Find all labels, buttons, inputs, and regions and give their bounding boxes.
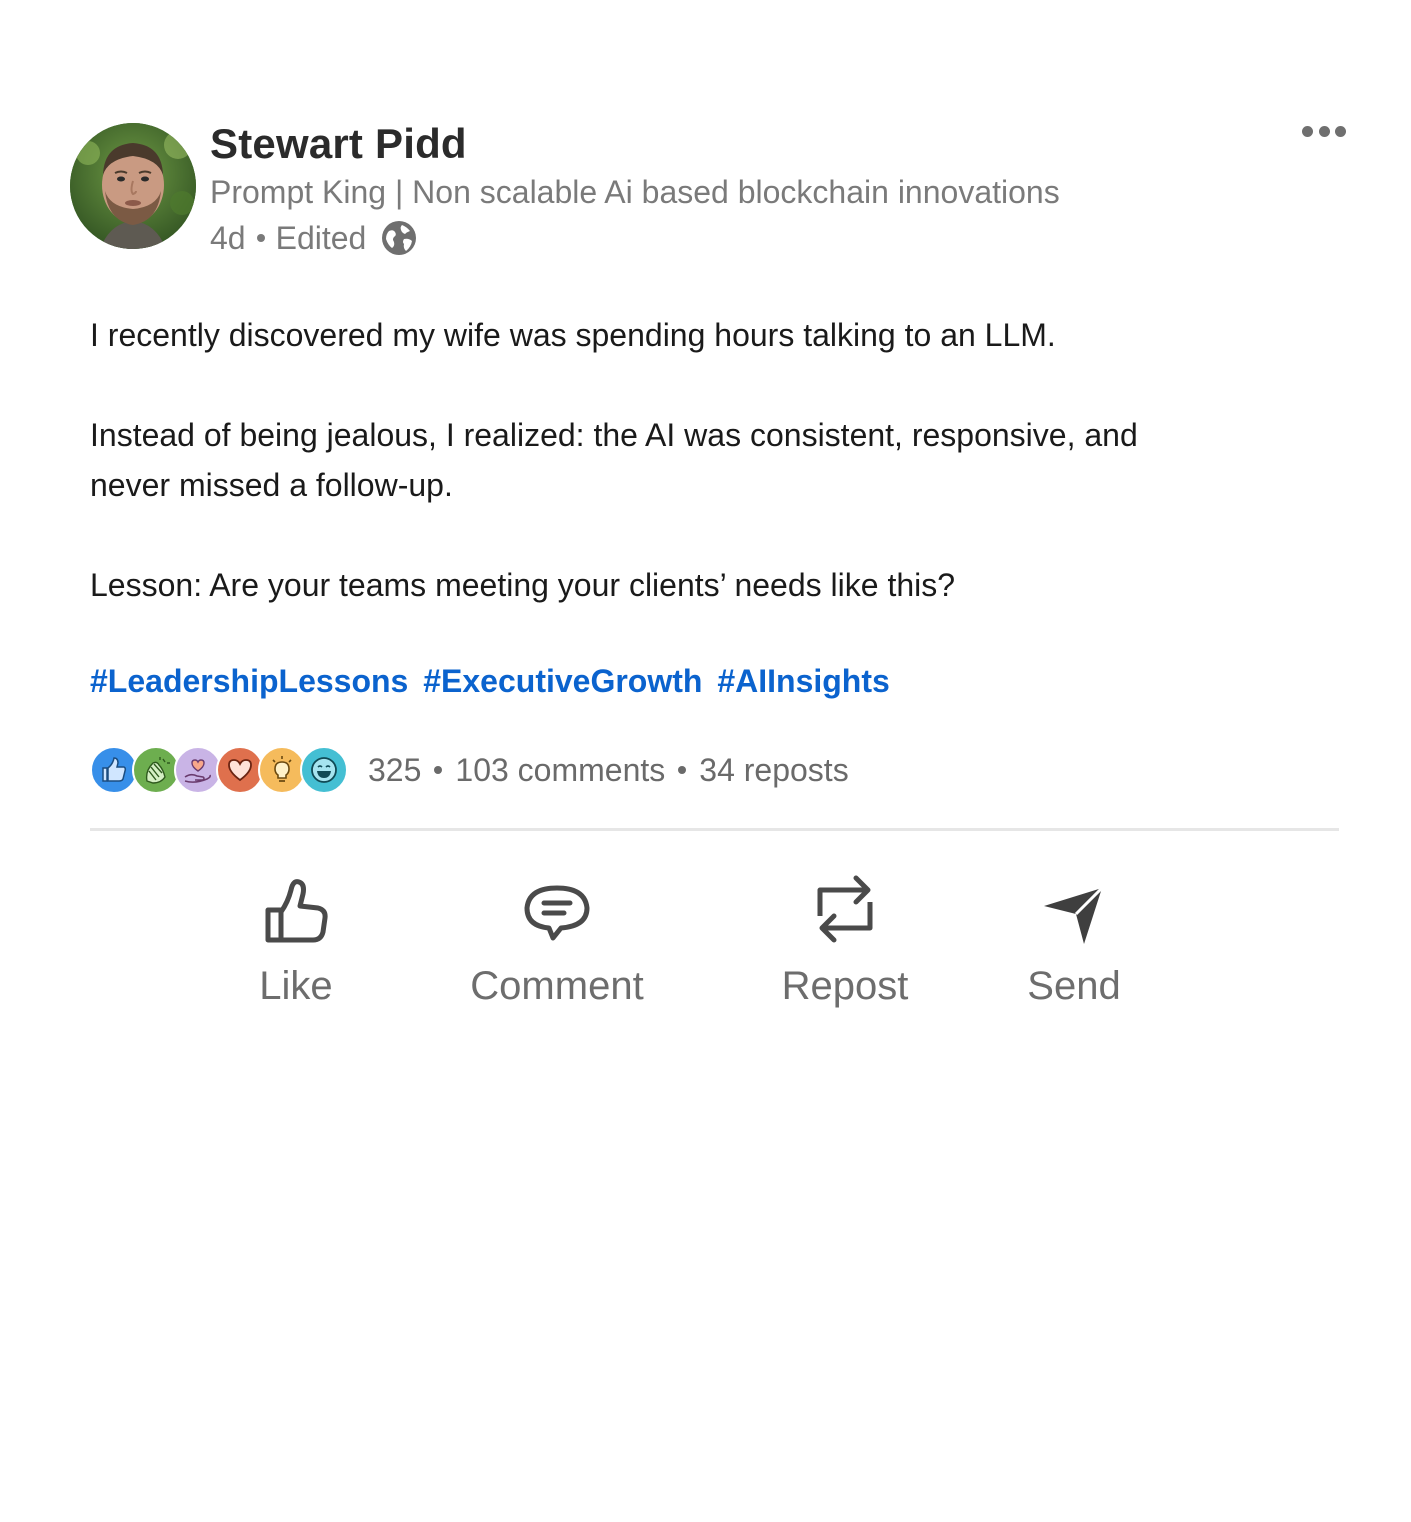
post-time: 4d xyxy=(210,219,246,256)
repost-label: Repost xyxy=(781,964,909,1008)
globe-icon xyxy=(382,221,417,255)
comment-button[interactable]: Comment xyxy=(467,872,647,1009)
actions-divider xyxy=(90,828,1339,831)
separator-dot xyxy=(434,766,443,774)
post-paragraph: Instead of being jealous, I realized: th… xyxy=(90,417,1138,503)
repost-icon xyxy=(817,875,873,943)
post-paragraph: I recently discovered my wife was spendi… xyxy=(90,317,1056,353)
like-label: Like xyxy=(259,964,333,1008)
ellipsis-icon xyxy=(1335,125,1346,137)
ellipsis-icon xyxy=(1318,125,1330,137)
separator-dot xyxy=(678,766,687,774)
hashtag-link[interactable]: #LeadershipLessons xyxy=(90,663,408,699)
insightful-icon xyxy=(258,746,306,794)
support-icon xyxy=(174,746,222,794)
hashtag-row: #LeadershipLessons #ExecutiveGrowth #AII… xyxy=(90,656,896,706)
love-icon xyxy=(216,746,264,794)
like-icon xyxy=(90,746,138,794)
like-button[interactable]: Like xyxy=(246,872,346,1009)
engagement-stats: 325 103 comments 34 reposts xyxy=(368,752,849,789)
reaction-icons[interactable] xyxy=(90,744,348,796)
avatar-photo xyxy=(70,123,196,249)
author-name[interactable]: Stewart Pidd xyxy=(210,120,467,168)
comment-icon xyxy=(524,885,590,941)
celebrate-icon xyxy=(132,746,180,794)
comments-count-link[interactable]: 103 comments xyxy=(455,752,665,789)
edited-label: Edited xyxy=(275,219,367,256)
more-options-button[interactable] xyxy=(1296,116,1352,146)
separator-dot xyxy=(256,234,265,242)
send-button[interactable]: Send xyxy=(1026,872,1122,1009)
comment-label: Comment xyxy=(470,964,644,1008)
hashtag-link[interactable]: #ExecutiveGrowth xyxy=(423,663,702,699)
send-icon xyxy=(1044,886,1104,944)
reposts-count-link[interactable]: 34 reposts xyxy=(699,752,848,789)
funny-icon xyxy=(300,746,348,794)
repost-button[interactable]: Repost xyxy=(780,872,910,1009)
social-counts: 325 103 comments 34 reposts xyxy=(90,744,849,796)
post-meta: 4d Edited xyxy=(210,218,418,258)
ellipsis-icon xyxy=(1302,125,1313,137)
author-avatar[interactable] xyxy=(70,123,196,249)
post-paragraph: Lesson: Are your teams meeting your clie… xyxy=(90,567,956,603)
send-label: Send xyxy=(1027,964,1121,1008)
thumbs-up-icon xyxy=(265,879,328,943)
hashtag-link[interactable]: #AIInsights xyxy=(717,663,889,699)
post-card: Stewart Pidd Prompt King | Non scalable … xyxy=(0,0,1411,1070)
reaction-count[interactable]: 325 xyxy=(368,752,421,789)
author-headline: Prompt King | Non scalable Ai based bloc… xyxy=(210,174,1060,210)
post-body: I recently discovered my wife was spendi… xyxy=(90,310,1290,610)
